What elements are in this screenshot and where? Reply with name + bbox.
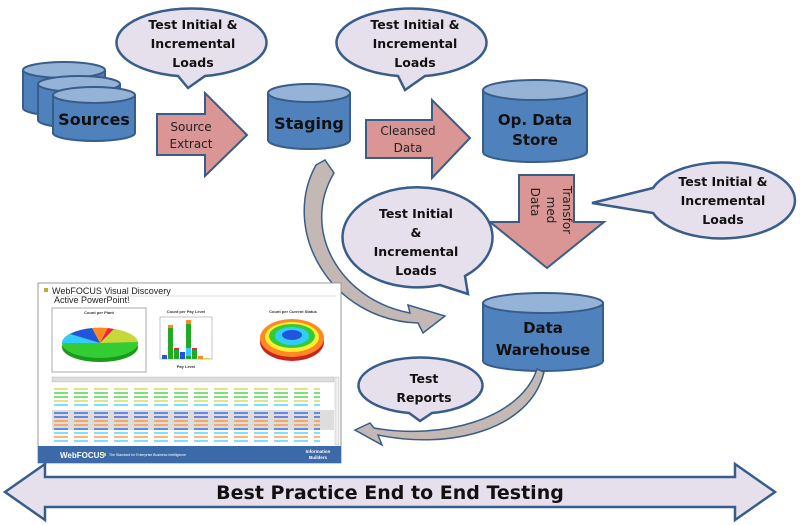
source-extract-label-2: Extract [170,137,213,151]
screenshot-title-2: Active PowerPoint! [54,295,130,305]
cleansed-label-2: Data [394,141,423,155]
cleansed-data-arrow [365,97,472,181]
transformed-label-1: Transfor [560,185,574,234]
transformed-label-3: Data [528,188,542,217]
webfocus-screenshot: WebFOCUS Visual Discovery Active PowerPo… [37,282,342,464]
staging-label: Staging [274,114,344,133]
source-extract-label-1: Source [170,120,211,134]
ib-brand-1: Information [306,449,331,454]
source-extract-arrow [156,90,249,179]
banner-text: Best Practice End to End Testing [216,482,564,504]
dw-label-2: Warehouse [496,341,590,359]
etl-testing-diagram: Sources Staging Op. Data Store Data Ware… [2,7,797,523]
chart-title-status: Count per Current Status [269,309,318,314]
ods-label-1: Op. Data [498,111,572,129]
sources-cylinders [22,61,136,142]
chart-title-plant: Count per Plant [84,310,114,315]
cleansed-label-1: Cleansed [380,124,435,138]
sources-label: Sources [58,110,130,129]
chart-xlabel: Pay Level [177,364,195,369]
webfocus-tagline: The Standard for Enterprise Business Int… [109,453,186,457]
transformed-label-2: med [544,197,558,224]
ods-label-2: Store [512,131,558,149]
chart-title-pay-level: Count per Pay Level [167,309,205,314]
ib-brand-2: Builders [309,455,328,460]
dw-label-1: Data [523,319,563,337]
webfocus-footer-logo: WebFOCUS [60,451,105,460]
